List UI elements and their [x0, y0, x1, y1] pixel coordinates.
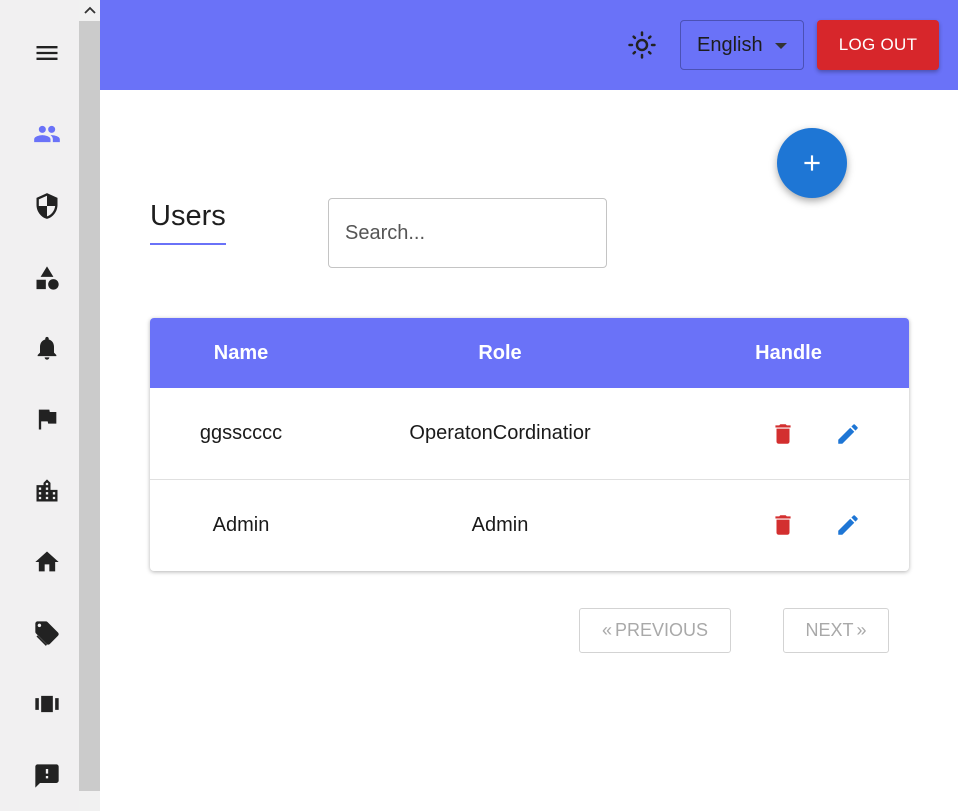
- search-input[interactable]: [328, 198, 607, 268]
- tags-icon[interactable]: [31, 617, 63, 649]
- feedback-icon[interactable]: [31, 760, 63, 792]
- users-icon[interactable]: [31, 118, 63, 150]
- chevron-down-icon: [775, 43, 787, 49]
- menu-icon[interactable]: [31, 37, 63, 69]
- trash-icon: [775, 515, 791, 535]
- flag-icon[interactable]: [31, 403, 63, 435]
- double-chevron-left-icon: «: [601, 620, 612, 640]
- delete-button[interactable]: [768, 510, 798, 540]
- badge-icon[interactable]: [31, 688, 63, 720]
- previous-label: PREVIOUS: [614, 620, 709, 640]
- home-icon[interactable]: [31, 546, 63, 578]
- add-user-button[interactable]: [777, 128, 847, 198]
- bell-icon[interactable]: [31, 332, 63, 364]
- next-label: NEXT: [805, 620, 854, 640]
- scroll-up-arrow-icon[interactable]: [79, 0, 100, 20]
- sidebar: [0, 0, 80, 811]
- delete-button[interactable]: [768, 419, 798, 449]
- logout-button[interactable]: LOG OUT: [817, 20, 939, 70]
- edit-button[interactable]: [833, 419, 863, 449]
- edit-button[interactable]: [833, 510, 863, 540]
- cell-name: ggsscccc: [199, 422, 283, 444]
- double-chevron-right-icon: »: [856, 620, 867, 640]
- sidebar-scrollbar[interactable]: [79, 0, 100, 811]
- cell-name: Admin: [212, 513, 270, 536]
- pencil-icon: [838, 515, 858, 535]
- cell-role: Admin: [471, 513, 529, 536]
- language-select-value: English: [697, 33, 763, 56]
- column-header-name: Name: [213, 341, 269, 364]
- plus-icon: [804, 155, 820, 171]
- users-table: Name Role Handle ggsscccc OperatonCordin…: [150, 318, 909, 571]
- cell-handle: [668, 419, 909, 449]
- top-bar: English LOG OUT: [100, 0, 958, 90]
- scroll-thumb[interactable]: [79, 21, 100, 791]
- column-header-role: Role: [478, 341, 522, 364]
- table-row: Admin Admin: [150, 479, 909, 570]
- language-select[interactable]: English: [680, 20, 804, 70]
- previous-page-button[interactable]: « PREVIOUS: [579, 608, 731, 653]
- table-header: Name Role Handle: [150, 318, 909, 388]
- column-header-handle: Handle: [755, 341, 822, 364]
- page-title: Users: [150, 200, 226, 245]
- city-icon[interactable]: [31, 475, 63, 507]
- sun-icon[interactable]: [624, 27, 660, 63]
- trash-icon: [775, 423, 791, 444]
- cell-role: OperatonCordinatior: [409, 422, 591, 444]
- table-row: ggsscccc OperatonCordinatior: [150, 388, 909, 479]
- shield-icon[interactable]: [31, 190, 63, 222]
- cell-handle: [668, 510, 909, 540]
- pencil-icon: [838, 423, 858, 444]
- next-page-button[interactable]: NEXT »: [783, 608, 889, 653]
- shapes-icon[interactable]: [31, 262, 63, 294]
